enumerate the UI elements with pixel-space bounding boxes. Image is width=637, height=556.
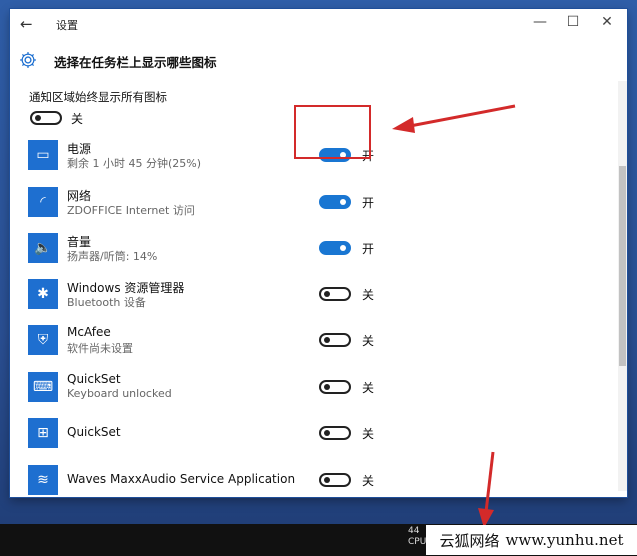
annotation-arrowhead-upper	[392, 117, 415, 133]
annotation-arrows	[392, 104, 516, 528]
watermark: 云狐网络 www.yunhu.net	[426, 525, 637, 555]
annotation-arrow-lower	[484, 451, 495, 513]
annotation-arrow-upper	[409, 104, 516, 128]
watermark-url: www.yunhu.net	[505, 531, 624, 549]
watermark-text: 云狐网络	[439, 531, 500, 550]
